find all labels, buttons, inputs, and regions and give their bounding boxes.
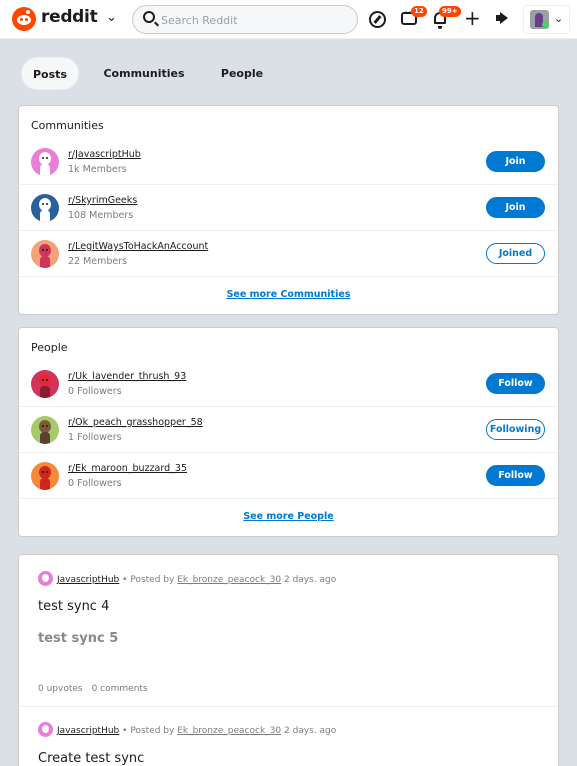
follow-button[interactable]: Follow [486,465,545,486]
person-name-link[interactable]: r/Ek_maroon_buzzard_35 [68,463,187,474]
search-input[interactable] [161,11,341,29]
advertise-megaphone-icon[interactable] [494,12,510,26]
post-time: 2 days. ago [283,575,337,585]
tab-posts[interactable]: Posts [21,57,79,90]
user-menu-button[interactable]: ⌄ [523,5,570,34]
create-post-plus-icon[interactable]: + [464,7,481,29]
join-button[interactable]: Join [486,197,545,218]
post-meta: JavascriptHub • Posted by Ek_bronze_peac… [38,722,337,738]
person-avatar [31,370,59,398]
community-members: 1k Members [68,164,127,175]
community-row[interactable]: r/LegitWaysToHackAnAccount 22 Members Jo… [19,231,558,277]
community-name-link[interactable]: r/SkyrimGeeks [68,195,137,206]
post-subreddit-link[interactable]: JavascriptHub [57,575,119,585]
community-name-link[interactable]: r/JavascriptHub [68,149,141,160]
tab-communities[interactable]: Communities [98,57,190,90]
person-followers: 1 Followers [68,432,122,443]
post-body: test sync 5 [38,631,119,646]
person-avatar [31,462,59,490]
notifications-count-badge: 99+ [439,6,461,17]
upvotes-count[interactable]: 0 upvotes [38,684,83,694]
top-header: reddit ⌄ 12 99+ + ⌄ [0,0,577,39]
person-avatar [31,416,59,444]
post-stats: 0 upvotes 0 comments [38,684,157,694]
community-members: 22 Members [68,256,128,267]
join-button[interactable]: Join [486,151,545,172]
person-row[interactable]: r/Uk_lavender_thrush_93 0 Followers Foll… [19,361,558,407]
post-subreddit-link[interactable]: JavascriptHub [57,726,119,736]
card-title: Communities [31,119,104,132]
post-author-link[interactable]: Ek_bronze_peacock_30 [177,726,281,736]
brand-wordmark[interactable]: reddit [41,7,98,27]
posted-by-label: • Posted by [122,726,175,736]
chat-count-badge: 12 [411,6,427,17]
post-author-link[interactable]: Ek_bronze_peacock_30 [177,575,281,585]
chevron-down-icon[interactable]: ⌄ [106,10,117,25]
see-more-people-link[interactable]: See more People [19,511,558,522]
see-more-communities-link[interactable]: See more Communities [19,289,558,300]
person-row[interactable]: r/Ek_maroon_buzzard_35 0 Followers Follo… [19,453,558,499]
joined-button[interactable]: Joined [486,243,545,264]
comments-count[interactable]: 0 comments [92,684,148,694]
following-button[interactable]: Following [486,419,545,440]
community-name-link[interactable]: r/LegitWaysToHackAnAccount [68,241,208,252]
post-meta: JavascriptHub • Posted by Ek_bronze_peac… [38,571,337,587]
post-item[interactable]: JavascriptHub • Posted by Ek_bronze_peac… [19,555,558,707]
posts-card: JavascriptHub • Posted by Ek_bronze_peac… [18,554,559,766]
posted-by-label: • Posted by [122,575,175,585]
popular-compass-icon[interactable] [369,11,386,28]
community-row[interactable]: r/SkyrimGeeks 108 Members Join [19,185,558,231]
communities-card: Communities r/JavascriptHub 1k Members J… [18,105,559,315]
person-name-link[interactable]: r/Uk_lavender_thrush_93 [68,371,186,382]
card-title: People [31,341,68,354]
person-followers: 0 Followers [68,478,122,489]
community-avatar [31,240,59,268]
community-avatar [31,194,59,222]
subreddit-icon [38,571,53,586]
people-card: People r/Uk_lavender_thrush_93 0 Followe… [18,327,559,537]
post-title[interactable]: test sync 4 [38,599,109,614]
post-item[interactable]: JavascriptHub • Posted by Ek_bronze_peac… [19,707,558,766]
person-row[interactable]: r/Ok_peach_grasshopper_58 1 Followers Fo… [19,407,558,453]
post-title[interactable]: Create test sync [38,751,144,766]
community-row[interactable]: r/JavascriptHub 1k Members Join [19,139,558,185]
post-time: 2 days. ago [283,726,337,736]
person-name-link[interactable]: r/Ok_peach_grasshopper_58 [68,417,203,428]
search-icon [143,11,155,23]
community-avatar [31,148,59,176]
person-followers: 0 Followers [68,386,122,397]
reddit-logo-icon[interactable] [12,7,36,31]
chevron-down-icon: ⌄ [554,12,564,25]
subreddit-icon [38,722,53,737]
avatar [530,10,549,29]
community-members: 108 Members [68,210,134,221]
follow-button[interactable]: Follow [486,373,545,394]
tab-people[interactable]: People [212,57,272,90]
search-bar[interactable] [132,5,358,34]
